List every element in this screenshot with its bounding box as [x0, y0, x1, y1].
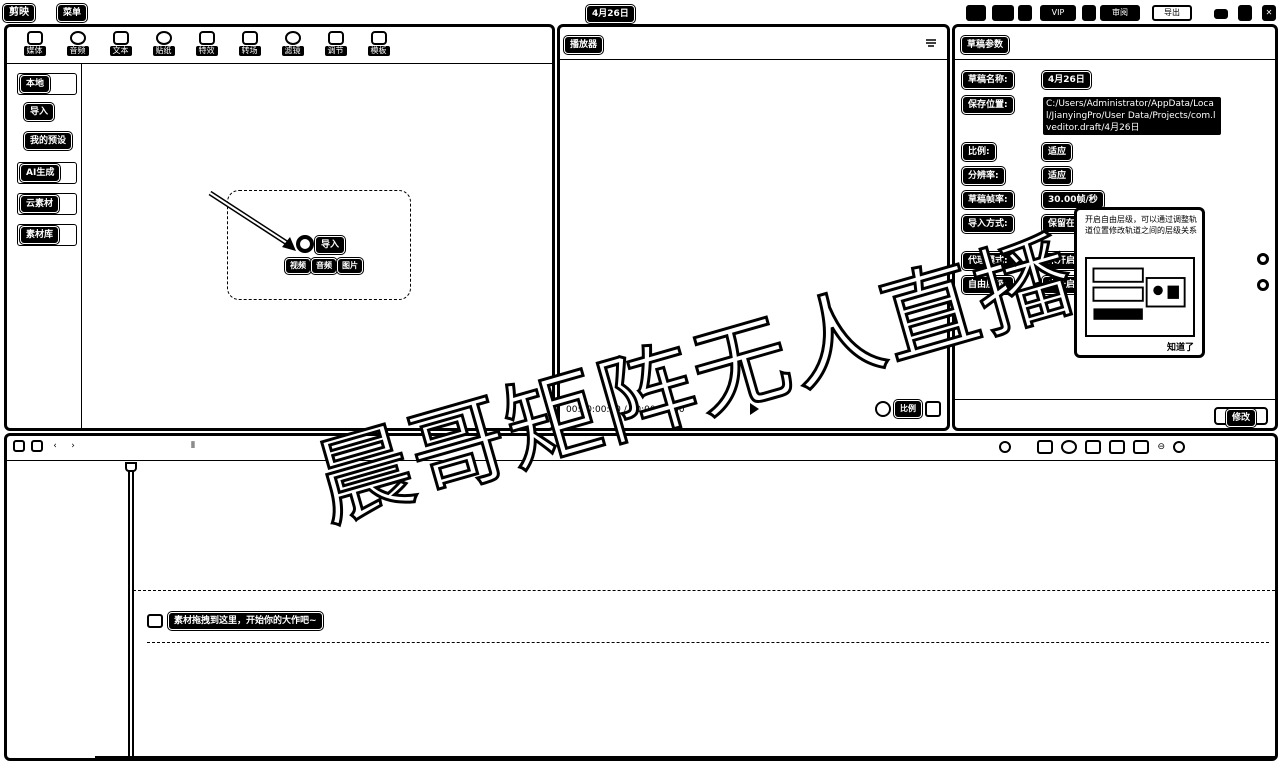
project-title: 4月26日 [587, 6, 634, 22]
pause-icon[interactable] [1082, 5, 1096, 21]
snap-icon[interactable] [1085, 440, 1102, 454]
effects-icon [198, 31, 215, 45]
tool-text[interactable]: 文本 [99, 31, 142, 61]
zoom-slider-icon[interactable] [1173, 441, 1185, 453]
top-bar: 剪映 菜单 4月26日 VIP 审阅 导出 ✕ [0, 0, 1280, 26]
center-icon[interactable] [1109, 440, 1126, 454]
tool-template[interactable]: 模板 [357, 31, 400, 61]
sidebar-item-ai[interactable]: AI生成 [17, 162, 77, 184]
gear-icon[interactable] [1257, 253, 1269, 265]
preview-icon[interactable] [1133, 440, 1150, 454]
microphone-icon[interactable] [999, 441, 1012, 453]
divider [7, 460, 1275, 461]
menu-icon[interactable] [925, 37, 937, 49]
zoom-out-icon[interactable]: ⊖ [1157, 442, 1165, 452]
divider [81, 64, 82, 428]
player-controls: 比例 [875, 401, 941, 417]
template-icon [370, 31, 387, 45]
app-name: 剪映 [4, 5, 34, 21]
media-toolbar: 媒体 音频 文本 贴纸 特效 转场 滤镜 调节 模板 [13, 31, 400, 63]
timeline-panel: ‹ › ⦀ ⊖ 素材拖拽到这里，开始你的大作吧~ [4, 433, 1278, 761]
audio-icon [69, 31, 86, 45]
maximize-icon[interactable] [1238, 5, 1252, 21]
minimize-icon[interactable] [1214, 9, 1228, 19]
tooltip-text: 开启自由层级，可以通过调整轨道位置修改轨道之间的层级关系 [1085, 215, 1197, 235]
track-divider [147, 642, 1269, 643]
tool-sticker[interactable]: 贴纸 [142, 31, 185, 61]
timeline-right-tools: ⊖ [999, 440, 1185, 454]
sidebar-item-import[interactable]: 导入 [17, 104, 77, 124]
tool-adjust[interactable]: 调节 [314, 31, 357, 61]
vip-badge[interactable]: VIP [1040, 5, 1076, 21]
tool-transition[interactable]: 转场 [228, 31, 271, 61]
tool-audio[interactable]: 音频 [56, 31, 99, 61]
split-icon[interactable]: ⦀ [191, 441, 199, 451]
tool-filter[interactable]: 滤镜 [271, 31, 314, 61]
cursor-icon[interactable] [13, 440, 25, 452]
export-button[interactable]: 导出 [1152, 5, 1192, 21]
undo-icon[interactable]: ‹ [49, 441, 61, 451]
adjust-icon [327, 31, 344, 45]
sidebar-item-local[interactable]: 本地 [17, 73, 77, 95]
menu-button[interactable]: 菜单 [58, 5, 87, 21]
ratio-button[interactable]: 比例 [895, 401, 921, 417]
link-icon[interactable] [1061, 440, 1078, 454]
timeline-toolbar: ‹ › ⦀ [13, 440, 199, 452]
redo-icon[interactable]: › [67, 441, 79, 451]
keyboard-icon[interactable] [966, 5, 986, 21]
tooltip-illustration [1085, 257, 1195, 337]
media-icon [26, 31, 43, 45]
sidebar-item-library[interactable]: 素材库 [17, 224, 77, 246]
modify-button[interactable]: 修改 [1214, 407, 1268, 426]
filter-icon [284, 31, 301, 45]
main-track-icon[interactable] [1037, 440, 1054, 454]
media-icon [147, 614, 163, 628]
gear-icon[interactable] [1257, 279, 1269, 291]
drop-hint-text: 素材拖拽到这里，开始你的大作吧~ [169, 613, 322, 629]
pause-icon[interactable] [1018, 5, 1032, 21]
select-icon[interactable] [31, 440, 43, 452]
tool-effects[interactable]: 特效 [185, 31, 228, 61]
tooltip-ok-button[interactable]: 知道了 [1167, 340, 1194, 353]
text-icon [112, 31, 129, 45]
track-divider [133, 590, 1275, 591]
player-title: 播放器 [565, 37, 603, 53]
layout-icon[interactable] [992, 5, 1014, 21]
transition-icon [241, 31, 258, 45]
divider [7, 63, 552, 64]
timeline-scrollbar[interactable] [95, 756, 1275, 758]
fullscreen-icon[interactable] [925, 401, 941, 417]
sidebar-item-cloud[interactable]: 云素材 [17, 193, 77, 215]
close-icon[interactable]: ✕ [1262, 5, 1276, 21]
divider [955, 399, 1275, 400]
media-sidebar: 本地 导入 我的预设 AI生成 云素材 素材库 [17, 73, 77, 255]
target-icon[interactable] [875, 401, 891, 417]
review-button[interactable]: 审阅 [1100, 5, 1140, 21]
divider [560, 59, 947, 60]
track-hint: 素材拖拽到这里，开始你的大作吧~ [147, 613, 322, 629]
sticker-icon [155, 31, 172, 45]
playhead-handle[interactable] [125, 462, 137, 472]
tool-media[interactable]: 媒体 [13, 31, 56, 61]
playhead[interactable] [128, 462, 134, 758]
sidebar-item-presets[interactable]: 我的预设 [17, 133, 77, 153]
